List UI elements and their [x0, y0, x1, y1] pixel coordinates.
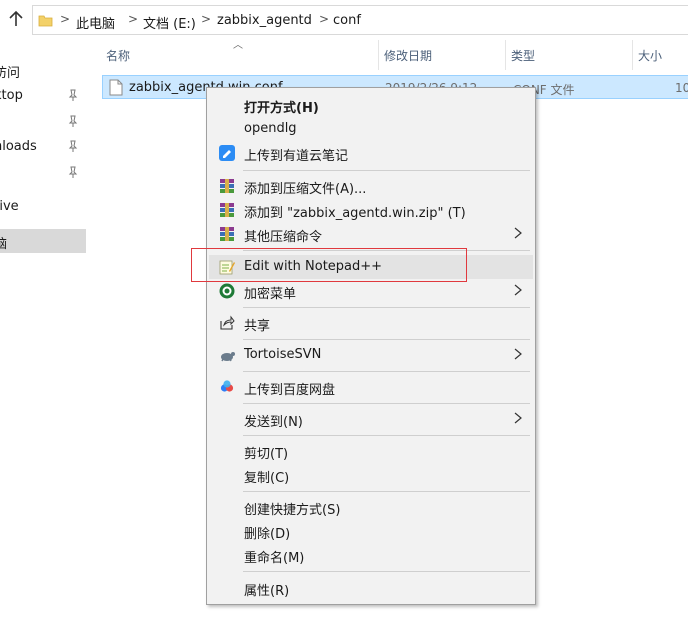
breadcrumb-separator: >	[128, 12, 139, 26]
nav-item-downloads[interactable]: nloads	[0, 135, 86, 159]
nav-item-onedrive[interactable]: rive	[0, 195, 86, 219]
pin-icon	[68, 166, 78, 178]
menu-item-label: 创建快捷方式(S)	[244, 503, 341, 518]
menu-item-rename[interactable]: 重命名(M)	[209, 543, 533, 567]
nav-item-label: rive	[0, 199, 19, 214]
breadcrumb-separator: >	[201, 12, 212, 26]
winrar-icon	[220, 203, 234, 217]
context-menu: 打开方式(H) opendlg 上传到有道云笔记 添加到压缩文件(A)... 添…	[206, 87, 536, 605]
shield-icon	[219, 283, 235, 299]
youdao-note-icon	[219, 145, 235, 161]
menu-separator	[243, 435, 530, 436]
menu-separator	[243, 571, 530, 572]
menu-item-label: TortoiseSVN	[244, 347, 322, 362]
nav-item-pinned[interactable]	[0, 110, 86, 134]
nav-item-label: nloads	[0, 139, 37, 154]
nav-item-label: 访问	[0, 66, 21, 81]
menu-item-baidu[interactable]: 上传到百度网盘	[209, 375, 533, 399]
menu-item-cut[interactable]: 剪切(T)	[209, 439, 533, 463]
nav-item-pinned-2[interactable]	[0, 161, 86, 185]
menu-item-delete[interactable]: 删除(D)	[209, 519, 533, 543]
file-size: 10	[675, 81, 688, 95]
nav-item-this-pc[interactable]: 脑	[0, 229, 86, 253]
menu-item-label: 重命名(M)	[244, 551, 305, 566]
menu-item-label: 加密菜单	[244, 287, 297, 302]
menu-separator	[243, 307, 530, 308]
menu-item-youdao[interactable]: 上传到有道云笔记	[209, 141, 533, 165]
address-row: > 此电脑 > 文档 (E:) > zabbix_agentd > conf	[0, 0, 688, 36]
up-arrow-icon[interactable]	[8, 10, 24, 28]
menu-item-label: 上传到百度网盘	[244, 383, 336, 398]
pin-icon	[68, 89, 78, 101]
winrar-icon	[220, 227, 234, 241]
chevron-right-icon	[514, 227, 522, 239]
tortoise-icon	[221, 352, 235, 362]
chevron-right-icon	[514, 348, 522, 360]
chevron-right-icon	[514, 284, 522, 296]
menu-separator	[243, 491, 530, 492]
menu-item-other-compress[interactable]: 其他压缩命令	[209, 222, 533, 246]
menu-separator	[243, 371, 530, 372]
menu-item-send-to[interactable]: 发送到(N)	[209, 407, 533, 431]
menu-item-label: 共享	[244, 319, 271, 334]
pin-icon	[68, 115, 78, 127]
column-header-type[interactable]: 类型	[505, 40, 632, 70]
menu-item-add-zip[interactable]: 添加到 "zabbix_agentd.win.zip" (T)	[209, 198, 533, 222]
menu-item-label: 属性(R)	[244, 584, 290, 599]
breadcrumb-drive[interactable]: 文档 (E:)	[143, 13, 196, 32]
menu-separator	[243, 339, 530, 340]
menu-item-properties[interactable]: 属性(R)	[209, 576, 533, 600]
menu-separator	[243, 170, 530, 171]
highlight-annotation-box	[191, 248, 467, 282]
column-header-size[interactable]: 大小	[632, 40, 688, 70]
menu-item-label: 剪切(T)	[244, 447, 289, 462]
nav-item-quick-access[interactable]: 访问	[0, 58, 86, 82]
menu-item-opendlg[interactable]: opendlg	[209, 117, 533, 141]
menu-item-copy[interactable]: 复制(C)	[209, 463, 533, 487]
menu-item-encrypt[interactable]: 加密菜单	[209, 279, 533, 303]
column-header-name[interactable]: 名称	[100, 40, 378, 70]
breadcrumb-separator: >	[60, 12, 71, 26]
chevron-right-icon	[514, 412, 522, 424]
winrar-icon	[220, 179, 234, 193]
menu-item-label: 上传到有道云笔记	[244, 149, 349, 164]
navigation-pane: 访问 ktop nloads rive 脑	[0, 36, 86, 633]
menu-separator	[243, 403, 530, 404]
share-icon	[220, 315, 235, 330]
menu-item-label: 复制(C)	[244, 471, 290, 486]
menu-item-add-archive[interactable]: 添加到压缩文件(A)...	[209, 174, 533, 198]
menu-item-share[interactable]: 共享	[209, 311, 533, 335]
column-header-modified[interactable]: 修改日期	[378, 40, 505, 70]
menu-item-label: opendlg	[244, 121, 297, 136]
baidu-netdisk-icon	[220, 380, 234, 392]
nav-item-label: ktop	[0, 88, 23, 103]
address-bar[interactable]: > 此电脑 > 文档 (E:) > zabbix_agentd > conf	[32, 5, 688, 35]
menu-item-label: 删除(D)	[244, 527, 291, 542]
file-icon	[109, 79, 123, 96]
nav-item-desktop[interactable]: ktop	[0, 84, 86, 108]
nav-item-label: 脑	[0, 237, 8, 252]
menu-item-label: 发送到(N)	[244, 415, 303, 430]
menu-item-label: 其他压缩命令	[244, 230, 323, 245]
breadcrumb-this-pc[interactable]: 此电脑	[76, 13, 115, 32]
menu-item-label: 添加到压缩文件(A)...	[244, 182, 367, 197]
menu-item-open-with[interactable]: 打开方式(H)	[209, 93, 533, 117]
menu-item-tortoisesvn[interactable]: TortoiseSVN	[209, 343, 533, 367]
breadcrumb-folder[interactable]: zabbix_agentd	[217, 13, 312, 28]
menu-item-label: 打开方式(H)	[244, 101, 319, 116]
breadcrumb-current[interactable]: conf	[333, 13, 361, 28]
breadcrumb-separator: >	[319, 12, 330, 26]
menu-item-create-shortcut[interactable]: 创建快捷方式(S)	[209, 495, 533, 519]
menu-item-label: 添加到 "zabbix_agentd.win.zip" (T)	[244, 206, 466, 221]
folder-icon	[38, 15, 53, 27]
pin-icon	[68, 140, 78, 152]
